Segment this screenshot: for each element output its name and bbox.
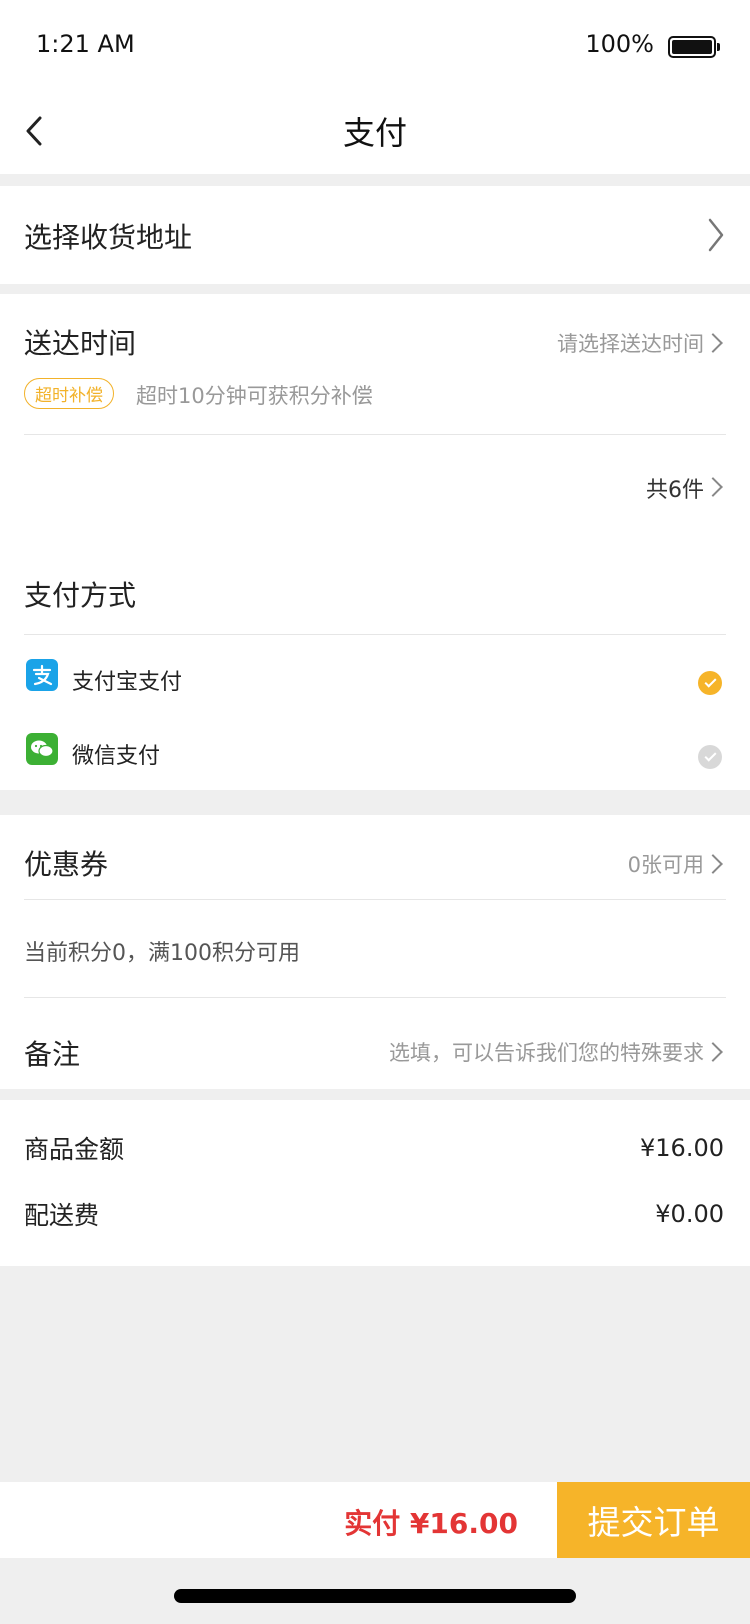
wechat-icon <box>26 733 58 765</box>
address-label: 选择收货地址 <box>24 221 193 254</box>
selected-check-icon <box>698 671 722 695</box>
chevron-right-icon <box>703 477 723 497</box>
coupon-remark-card: 优惠券 0张可用 当前积分0，满100积分可用 备注 选填，可以告诉我们您的特殊… <box>0 815 750 1089</box>
payment-option-label: 支付宝支付 <box>72 670 183 695</box>
page-title: 支付 <box>342 114 407 152</box>
remark-input[interactable]: 选填，可以告诉我们您的特殊要求 <box>389 1037 704 1067</box>
divider <box>24 899 726 900</box>
back-button[interactable] <box>18 102 68 160</box>
delivery-time-label: 送达时间 <box>24 327 137 360</box>
total-amount: 实付 ¥16.00 <box>344 1507 518 1540</box>
battery-icon <box>668 36 720 58</box>
points-info: 当前积分0，满100积分可用 <box>24 941 300 966</box>
items-count[interactable]: 共6件 <box>646 472 704 504</box>
coupon-label: 优惠券 <box>24 848 109 881</box>
divider <box>24 997 726 998</box>
battery-percentage: 100% <box>585 30 654 58</box>
payment-option-wechat[interactable]: 微信支付 <box>0 730 750 784</box>
goods-amount-value: ¥16.00 <box>640 1134 724 1162</box>
divider <box>24 634 726 635</box>
delivery-fee-value: ¥0.00 <box>655 1200 724 1228</box>
price-summary: 商品金额 ¥16.00 配送费 ¥0.00 <box>0 1100 750 1266</box>
timeout-description: 超时10分钟可获积分补偿 <box>136 384 373 408</box>
chevron-right-icon <box>703 854 723 874</box>
remark-label: 备注 <box>24 1038 81 1071</box>
unselected-check-icon <box>698 745 722 769</box>
payment-method-label: 支付方式 <box>24 579 137 612</box>
chevron-right-icon <box>703 333 723 353</box>
address-row[interactable]: 选择收货地址 <box>0 186 750 284</box>
chevron-left-icon <box>26 116 42 146</box>
divider <box>24 434 726 435</box>
status-bar: 1:21 AM 100% <box>0 0 750 88</box>
delivery-fee-label: 配送费 <box>24 1201 100 1230</box>
nav-bar: 支付 <box>0 88 750 174</box>
delivery-payment-card: 送达时间 请选择送达时间 超时补偿 超时10分钟可获积分补偿 共6件 支付方式 … <box>0 294 750 790</box>
status-time: 1:21 AM <box>36 30 135 58</box>
home-indicator[interactable] <box>174 1589 576 1603</box>
coupon-available[interactable]: 0张可用 <box>628 849 704 879</box>
checkout-bar: 实付 ¥16.00 提交订单 <box>0 1482 750 1558</box>
alipay-icon <box>26 659 58 691</box>
chevron-right-icon <box>708 218 724 252</box>
payment-option-alipay[interactable]: 支付宝支付 <box>0 656 750 710</box>
chevron-right-icon <box>703 1042 723 1062</box>
delivery-time-select[interactable]: 请选择送达时间 <box>557 328 704 358</box>
payment-option-label: 微信支付 <box>72 744 161 769</box>
goods-amount-label: 商品金额 <box>24 1135 125 1164</box>
timeout-badge: 超时补偿 <box>24 378 114 409</box>
submit-order-button[interactable]: 提交订单 <box>557 1482 750 1558</box>
